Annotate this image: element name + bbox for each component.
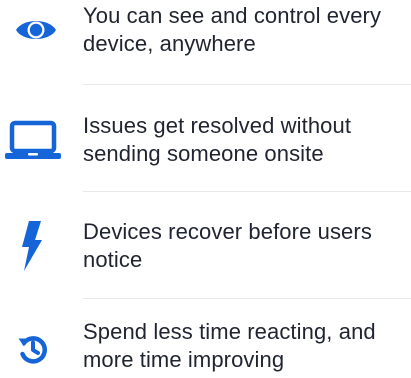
feature-text: You can see and control every device, an… bbox=[83, 3, 382, 56]
history-clock-icon bbox=[18, 336, 47, 364]
divider bbox=[83, 298, 411, 299]
feature-item-proactive-time: Spend less time reacting, and more time … bbox=[0, 318, 411, 378]
divider bbox=[83, 84, 411, 85]
feature-item-remote-resolution: Issues get resolved without sending some… bbox=[0, 112, 411, 172]
feature-text: Spend less time reacting, and more time … bbox=[83, 319, 376, 372]
eye-icon bbox=[16, 21, 56, 39]
lightning-bolt-icon bbox=[22, 221, 42, 271]
feature-item-auto-recovery: Devices recover before users notice bbox=[0, 218, 411, 278]
feature-item-visibility: You can see and control every device, an… bbox=[0, 2, 411, 62]
feature-text: Issues get resolved without sending some… bbox=[83, 113, 352, 166]
laptop-icon bbox=[5, 120, 61, 159]
divider bbox=[83, 191, 411, 192]
feature-text: Devices recover before users notice bbox=[83, 219, 372, 272]
feature-list: You can see and control every device, an… bbox=[0, 0, 411, 376]
